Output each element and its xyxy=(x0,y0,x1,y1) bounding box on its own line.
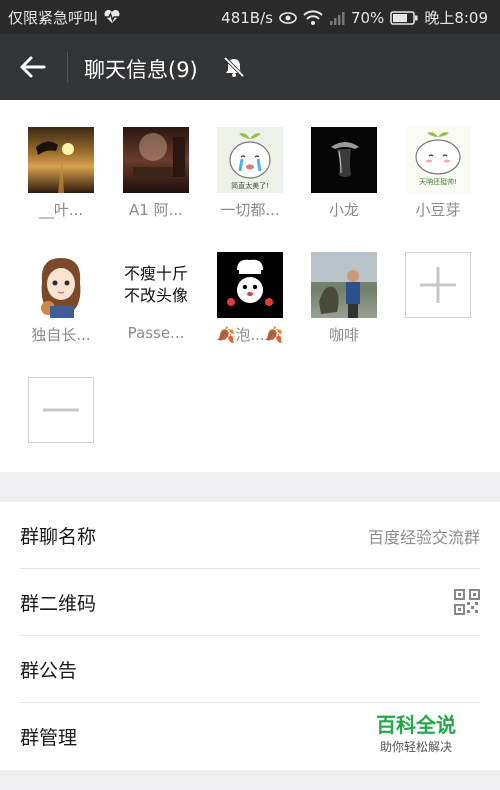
silhouette-hat-image xyxy=(331,142,359,177)
remove-member-button[interactable] xyxy=(28,377,94,443)
avatar xyxy=(311,252,377,318)
watermark-title: 百科全说 xyxy=(376,713,456,737)
sticker-caption: 简直太美了! xyxy=(231,182,269,190)
group-manage-label: 群管理 xyxy=(20,727,78,749)
status-bar: 仅限紧急呼叫 481B/s 70% 晚上8:09 xyxy=(0,0,500,34)
members-grid: __叶... A1 阿... 简直太美了! 一切都... 小龙 天呐还挺帅! 小… xyxy=(0,100,500,472)
wifi-icon xyxy=(303,9,323,25)
member-item[interactable]: 咖啡 xyxy=(304,252,384,345)
carrier-text: 仅限紧急呼叫 xyxy=(8,9,99,27)
avatar-text-line2: 不改头像 xyxy=(123,286,188,305)
app-bar: 聊天信息(9) xyxy=(0,34,500,100)
qr-code-icon xyxy=(454,589,480,615)
group-notice-row[interactable]: 群公告 xyxy=(20,636,480,703)
add-member-button[interactable] xyxy=(405,252,471,318)
appbar-divider xyxy=(67,52,68,82)
plus-icon xyxy=(420,267,456,303)
member-name-text: 泡... xyxy=(235,326,265,344)
member-name: 小龙 xyxy=(328,201,359,219)
leaf-icon: 🍂 xyxy=(216,326,236,344)
avatar: 简直太美了! xyxy=(217,127,283,193)
member-name: 一切都... xyxy=(220,201,280,219)
member-name: A1 阿... xyxy=(129,201,183,219)
avatar xyxy=(123,127,189,193)
room-image xyxy=(133,133,185,177)
status-right: 481B/s 70% 晚上8:09 xyxy=(221,7,488,28)
watermark-subtitle: 助你轻松解决 xyxy=(379,740,452,754)
avatar xyxy=(28,252,94,318)
member-name: 🍂泡...🍂 xyxy=(210,324,290,345)
status-left: 仅限紧急呼叫 xyxy=(8,7,121,28)
member-item[interactable]: 不瘦十斤 不改头像 Passe... xyxy=(116,252,196,342)
avatar: 天呐还挺帅! xyxy=(405,127,471,193)
heart-rate-icon xyxy=(104,9,120,23)
group-notice-label: 群公告 xyxy=(20,660,78,682)
member-name: 咖啡 xyxy=(328,326,359,344)
minus-icon xyxy=(43,408,79,412)
man-statue-photo xyxy=(311,252,377,318)
page-title: 聊天信息(9) xyxy=(84,58,198,82)
avatar xyxy=(28,127,94,193)
clock: 晚上8:09 xyxy=(424,9,488,27)
avatar: 不瘦十斤 不改头像 xyxy=(123,252,189,318)
cartoon-girl-image xyxy=(41,258,81,318)
avatar xyxy=(311,127,377,193)
mute-bell-icon xyxy=(223,56,245,78)
member-name: 独自长... xyxy=(31,326,91,344)
member-item[interactable]: 天呐还挺帅! 小豆芽 xyxy=(398,127,478,220)
group-name-row[interactable]: 群聊名称 百度经验交流群 xyxy=(20,502,480,569)
group-name-label: 群聊名称 xyxy=(20,526,97,548)
battery-percent: 70% xyxy=(350,8,385,27)
eye-icon xyxy=(279,11,297,24)
watermark-logo: 百科全说 助你轻松解决 xyxy=(346,712,486,764)
chef-bear-image xyxy=(227,259,273,306)
back-arrow-icon[interactable] xyxy=(18,52,48,82)
avatar xyxy=(217,252,283,318)
network-speed: 481B/s xyxy=(221,8,273,27)
member-name: Passe... xyxy=(127,324,185,342)
member-item[interactable]: 简直太美了! 一切都... xyxy=(210,127,290,220)
member-item[interactable]: 独自长... xyxy=(21,252,101,345)
member-item[interactable]: 小龙 xyxy=(304,127,384,220)
member-name: 小豆芽 xyxy=(415,201,461,219)
member-item[interactable]: A1 阿... xyxy=(116,127,196,220)
group-qr-label: 群二维码 xyxy=(20,593,97,615)
leaf-icon: 🍂 xyxy=(264,326,284,344)
signal-icon xyxy=(329,11,345,25)
sticker-caption: 天呐还挺帅! xyxy=(419,178,457,186)
member-item[interactable]: 🍂泡...🍂 xyxy=(210,252,290,345)
battery-icon xyxy=(390,10,418,25)
member-name: __叶... xyxy=(38,201,84,219)
member-item[interactable]: __叶... xyxy=(21,127,101,220)
avatar-text-line1: 不瘦十斤 xyxy=(123,264,188,283)
sunset-hand-image xyxy=(36,141,74,193)
group-qr-row[interactable]: 群二维码 xyxy=(20,569,480,636)
group-name-value: 百度经验交流群 xyxy=(367,528,480,547)
